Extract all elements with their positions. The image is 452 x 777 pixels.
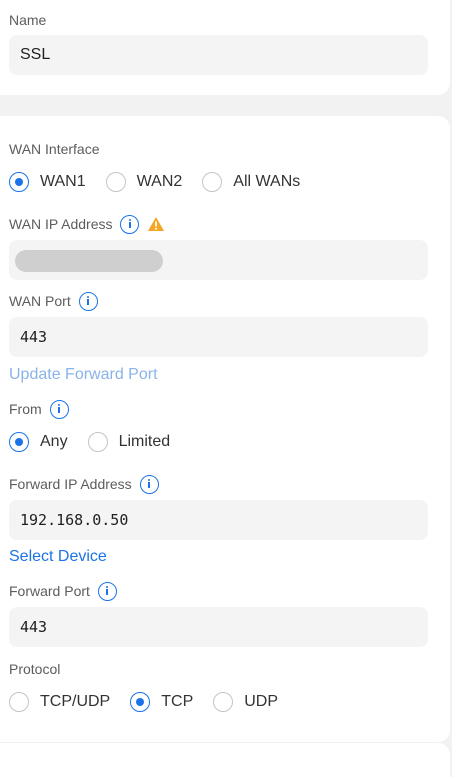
radio-tcp-udp[interactable]: TCP/UDP: [9, 692, 110, 712]
info-icon[interactable]: [78, 291, 98, 311]
radio-button[interactable]: [202, 172, 223, 192]
radio-label: UDP: [244, 693, 279, 710]
name-label: Name: [9, 10, 46, 30]
wan-ip-label: WAN IP Address: [9, 214, 165, 234]
info-icon[interactable]: [139, 474, 159, 494]
forward-ip-label: Forward IP Address: [9, 474, 159, 494]
radio-limited[interactable]: Limited: [87, 432, 171, 452]
radio-label: Limited: [118, 433, 171, 450]
name-value: SSL: [20, 46, 51, 63]
radio-button-selected[interactable]: [130, 692, 151, 712]
radio-label: Any: [40, 433, 68, 450]
forward-port-label: Forward Port: [9, 581, 117, 601]
from-label-text: From: [9, 401, 42, 417]
radio-tcp[interactable]: TCP: [130, 692, 193, 712]
name-field[interactable]: SSL: [9, 35, 428, 75]
forward-ip-value: 192.168.0.50: [20, 511, 129, 529]
radio-label: WAN1: [40, 173, 86, 190]
info-icon[interactable]: [49, 399, 69, 419]
radio-wan2[interactable]: WAN2: [105, 172, 183, 192]
protocol-label: Protocol: [9, 659, 60, 679]
forward-ip-label-text: Forward IP Address: [9, 476, 132, 492]
from-radio-group: Any Limited: [9, 430, 190, 454]
info-icon[interactable]: [97, 581, 117, 601]
radio-label: TCP: [161, 693, 194, 710]
radio-label: All WANs: [233, 173, 301, 190]
from-label: From: [9, 399, 69, 419]
wan-interface-label-text: WAN Interface: [9, 141, 100, 157]
radio-label: TCP/UDP: [40, 693, 111, 710]
forward-ip-field[interactable]: 192.168.0.50: [9, 500, 428, 540]
radio-any[interactable]: Any: [9, 432, 68, 452]
warning-icon[interactable]: [147, 216, 165, 232]
radio-udp[interactable]: UDP: [213, 692, 278, 712]
radio-label: WAN2: [136, 173, 183, 190]
wan-ip-label-text: WAN IP Address: [9, 216, 113, 232]
radio-wan1[interactable]: WAN1: [9, 172, 86, 192]
forward-port-label-text: Forward Port: [9, 583, 90, 599]
wan-interface-label: WAN Interface: [9, 139, 100, 159]
info-icon[interactable]: [120, 214, 140, 234]
protocol-radio-group: TCP/UDP TCP UDP: [9, 690, 298, 714]
forward-port-field[interactable]: 443: [9, 607, 428, 647]
wan-ip-field: [9, 240, 428, 280]
wan-interface-radio-group: WAN1 WAN2 All WANs: [9, 170, 320, 194]
radio-button-selected[interactable]: [9, 172, 29, 192]
wan-port-label: WAN Port: [9, 291, 98, 311]
wan-port-label-text: WAN Port: [9, 293, 71, 309]
radio-button[interactable]: [9, 692, 29, 712]
next-card: [0, 743, 450, 777]
protocol-label-text: Protocol: [9, 661, 61, 677]
forwarding-card: [0, 116, 450, 742]
wan-port-value: 443: [20, 328, 48, 346]
select-device-link[interactable]: Select Device: [9, 548, 107, 566]
radio-button[interactable]: [87, 432, 108, 452]
wan-port-field[interactable]: 443: [9, 317, 428, 357]
name-label-text: Name: [9, 12, 47, 28]
radio-button[interactable]: [105, 172, 126, 192]
update-forward-port-link[interactable]: Update Forward Port: [9, 366, 158, 384]
radio-button-selected[interactable]: [9, 432, 29, 452]
radio-button[interactable]: [213, 692, 234, 712]
radio-all-wans[interactable]: All WANs: [202, 172, 300, 192]
redacted-value: [15, 250, 163, 272]
forward-port-value: 443: [20, 618, 48, 636]
